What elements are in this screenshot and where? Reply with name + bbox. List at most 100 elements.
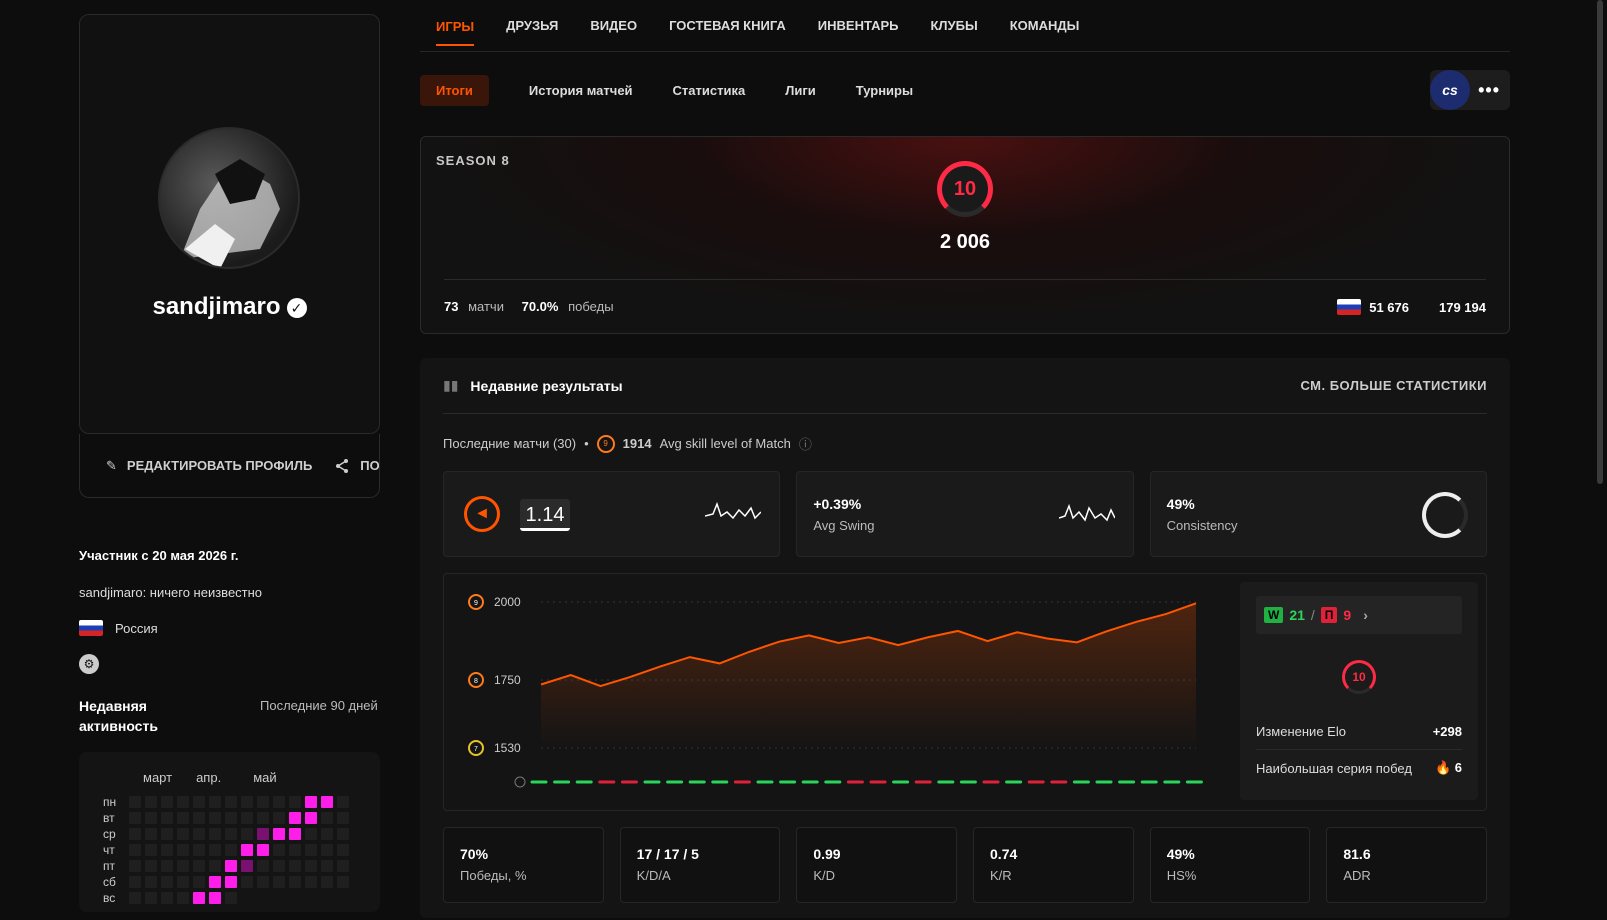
verified-icon: ✓: [286, 297, 307, 318]
tab-guestbook[interactable]: ГОСТЕВАЯ КНИГА: [669, 18, 786, 33]
heatmap-cell: [241, 796, 253, 808]
see-more-stats-link[interactable]: СМ. БОЛЬШЕ СТАТИСТИКИ: [1300, 378, 1487, 393]
subtab-tournaments[interactable]: Турниры: [856, 83, 913, 98]
country-rank[interactable]: 51 676: [1369, 300, 1409, 315]
stat-label: HS%: [1166, 868, 1197, 883]
heatmap-cell: [241, 860, 253, 872]
heatmap-cell: [273, 812, 285, 824]
tab-friends[interactable]: ДРУЗЬЯ: [506, 18, 558, 33]
season-summary: 73 матчи 70.0% победы: [444, 299, 614, 315]
rating-sparkline: [705, 501, 762, 520]
heatmap-cell: [273, 876, 285, 888]
heatmap-cell: [209, 876, 221, 888]
win-streak-label: Наибольшая серия побед: [1256, 760, 1412, 776]
ranks: 51 676 179 194: [1337, 299, 1486, 315]
heatmap-cell: [145, 876, 157, 888]
profile-column: sandjimaro✓ ✎ РЕДАКТИРОВАТЬ ПРОФИЛЬ ПОД …: [79, 14, 380, 912]
heatmap-cell: [129, 844, 141, 856]
activity-heatmap: март апр. май пн вт ср чт пт сб вс: [79, 752, 380, 912]
elo-side-panel: W 21 / П 9 › 10 Изменение Elo +298 Наибо…: [1240, 582, 1478, 800]
kda-stat: 17 / 17 / 5 K/D/A: [619, 827, 781, 903]
steam-icon[interactable]: ⚙: [79, 654, 99, 674]
heatmap-cell: [241, 876, 253, 888]
heatmap-cell: [161, 812, 173, 824]
elo-area: [541, 603, 1196, 750]
heatmap-cell: [129, 796, 141, 808]
share-button[interactable]: ПОД: [334, 458, 380, 474]
subtab-statistics[interactable]: Статистика: [673, 83, 746, 98]
heatmap-cell: [305, 860, 317, 872]
tab-video[interactable]: ВИДЕО: [590, 18, 637, 33]
heatmap-cell: [209, 828, 221, 840]
skill-level-badge: 10: [937, 161, 993, 217]
heatmap-cell: [289, 812, 301, 824]
stat-label: K/D/A: [636, 868, 671, 883]
avg-swing-card: +0.39% Avg Swing: [796, 471, 1134, 557]
level-icon-text: 7: [474, 746, 478, 753]
heatmap-cell: [305, 796, 317, 808]
summary-stats: ◄ 1.14 +0.39% Avg Swing 49% Consistency: [443, 471, 1487, 557]
country-name: Россия: [115, 620, 158, 636]
rating-card: ◄ 1.14: [443, 471, 781, 557]
heatmap-cell: [273, 828, 285, 840]
wl-separator: /: [1310, 607, 1315, 623]
heatmap-days: пн вт ср чт пт сб вс: [103, 794, 116, 906]
top-nav: ИГРЫ ДРУЗЬЯ ВИДЕО ГОСТЕВАЯ КНИГА ИНВЕНТА…: [420, 0, 1510, 52]
subtab-match-history[interactable]: История матчей: [529, 83, 633, 98]
tab-teams[interactable]: КОМАНДЫ: [1010, 18, 1080, 33]
heatmap-cell: [193, 828, 205, 840]
heatmap-cell: [257, 844, 269, 856]
heatmap-cell: [337, 860, 349, 872]
activity-title: Недавняя активность: [79, 698, 158, 734]
avg-skill-label: Avg skill level of Match: [659, 436, 791, 451]
info-icon[interactable]: ⓘ: [799, 434, 812, 453]
edit-profile-button[interactable]: ✎ РЕДАКТИРОВАТЬ ПРОФИЛЬ: [106, 458, 312, 474]
heatmap-cell: [209, 844, 221, 856]
tab-clubs[interactable]: КЛУБЫ: [931, 18, 978, 33]
y-tick-label: 1750: [494, 673, 521, 687]
heatmap-cell: [305, 812, 317, 824]
heatmap-cell: [145, 796, 157, 808]
stat-value: 49%: [1166, 846, 1195, 862]
heatmap-cell: [193, 860, 205, 872]
heatmap-cell: [289, 828, 301, 840]
hs-stat: 49% HS%: [1149, 827, 1311, 903]
heatmap-cell: [337, 796, 349, 808]
heatmap-cell: [337, 844, 349, 856]
subtab-summary[interactable]: Итоги: [420, 74, 489, 106]
day-label: пн: [103, 795, 117, 809]
day-label: пт: [103, 859, 115, 873]
heatmap-cell: [321, 860, 333, 872]
heatmap-cell: [305, 876, 317, 888]
activity-header: Недавняя активность Последние 90 дней: [79, 696, 380, 736]
russia-flag-icon: [1337, 299, 1362, 315]
divider: [444, 279, 1486, 280]
cs-game-button[interactable]: cs: [1430, 70, 1470, 110]
heatmap-cell: [241, 828, 253, 840]
swing-sparkline: [1058, 503, 1115, 522]
heatmap-cell: [337, 812, 349, 824]
win-streak-value-wrap: 🔥 6: [1435, 760, 1462, 776]
share-label: ПОД: [360, 458, 380, 473]
level-icon-text: 8: [474, 678, 478, 685]
heatmap-cell: [273, 844, 285, 856]
avatar[interactable]: [158, 127, 300, 269]
tab-games[interactable]: ИГРЫ: [436, 19, 475, 46]
tab-inventory[interactable]: ИНВЕНТАРЬ: [818, 18, 899, 33]
page-scrollbar[interactable]: [1597, 0, 1603, 484]
subtab-leagues[interactable]: Лиги: [785, 83, 816, 98]
bio: sandjimaro: ничего неизвестно: [79, 585, 263, 600]
matches-count: 73: [444, 299, 459, 314]
win-loss-box[interactable]: W 21 / П 9 ›: [1256, 596, 1462, 634]
season-footer: 73 матчи 70.0% победы 51 676 179 194: [444, 299, 1486, 315]
heatmap-cell: [129, 860, 141, 872]
fire-icon: 🔥: [1434, 760, 1452, 775]
adr-stat: 81.6 ADR: [1326, 827, 1488, 903]
wins-count: 21: [1289, 607, 1305, 623]
stat-label: Победы, %: [460, 868, 527, 883]
level-9-icon: 9: [596, 434, 615, 453]
y-tick-label: 2000: [494, 595, 521, 609]
world-rank[interactable]: 179 194: [1439, 300, 1486, 315]
elo-value: 2 006: [939, 231, 991, 253]
more-options-icon[interactable]: •••: [1478, 80, 1500, 101]
